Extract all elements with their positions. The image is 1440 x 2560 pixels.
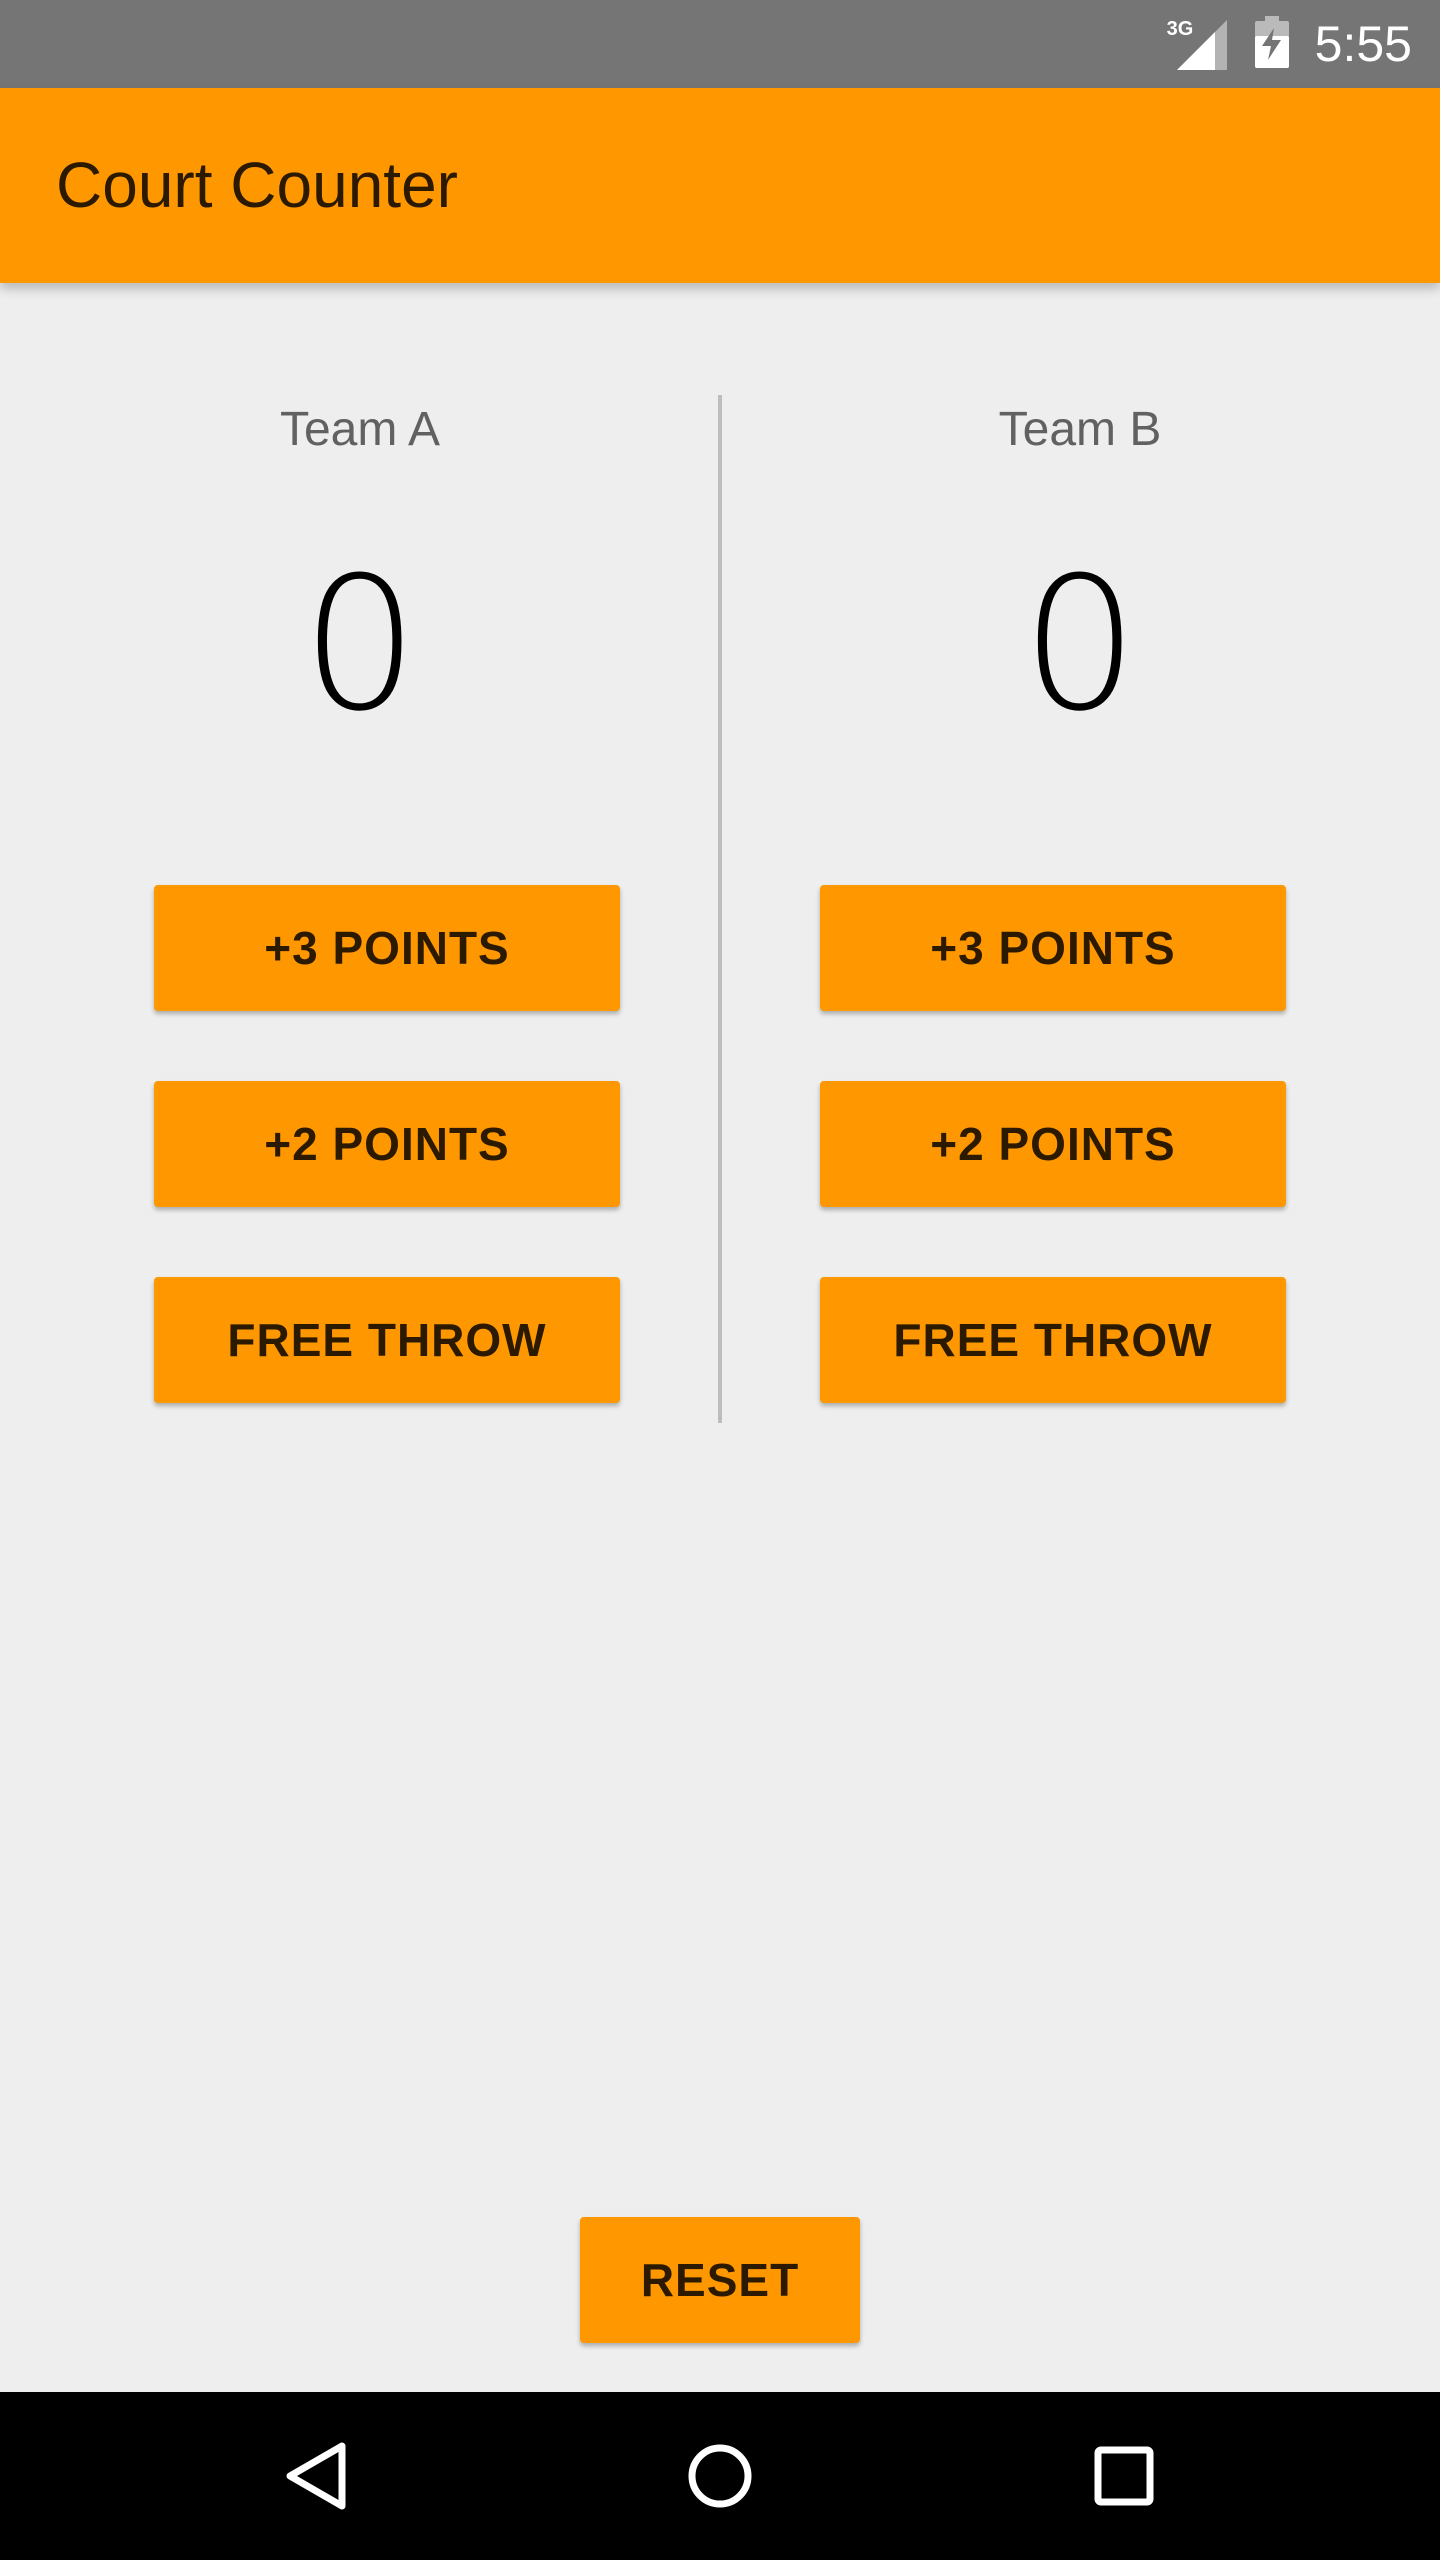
team-a-free-throw-button[interactable]: FREE THROW xyxy=(154,1277,620,1403)
reset-button[interactable]: RESET xyxy=(580,2217,860,2343)
battery-charging-icon xyxy=(1254,15,1289,73)
team-b-name: Team B xyxy=(998,403,1162,456)
navigation-bar xyxy=(0,2392,1440,2560)
back-icon[interactable] xyxy=(216,2392,416,2560)
team-b-score: 0 xyxy=(1021,538,1139,752)
team-a-plus-2-button[interactable]: +2 POINTS xyxy=(154,1081,620,1207)
signal-icon: 3G xyxy=(1167,18,1227,70)
team-a-score: 0 xyxy=(301,538,419,752)
home-icon[interactable] xyxy=(620,2392,820,2560)
status-icons: 3G 5:55 xyxy=(1167,0,1412,88)
app-title: Court Counter xyxy=(56,149,458,221)
team-b-free-throw-button[interactable]: FREE THROW xyxy=(820,1277,1286,1403)
team-b-plus-3-button[interactable]: +3 POINTS xyxy=(820,885,1286,1011)
recents-icon[interactable] xyxy=(1024,2392,1224,2560)
clock: 5:55 xyxy=(1314,16,1412,72)
status-bar: 3G 5:55 xyxy=(0,0,1440,88)
team-a-name: Team A xyxy=(279,403,441,456)
app-bar: Court Counter xyxy=(0,88,1440,283)
team-b-plus-2-button[interactable]: +2 POINTS xyxy=(820,1081,1286,1207)
team-a-plus-3-button[interactable]: +3 POINTS xyxy=(154,885,620,1011)
